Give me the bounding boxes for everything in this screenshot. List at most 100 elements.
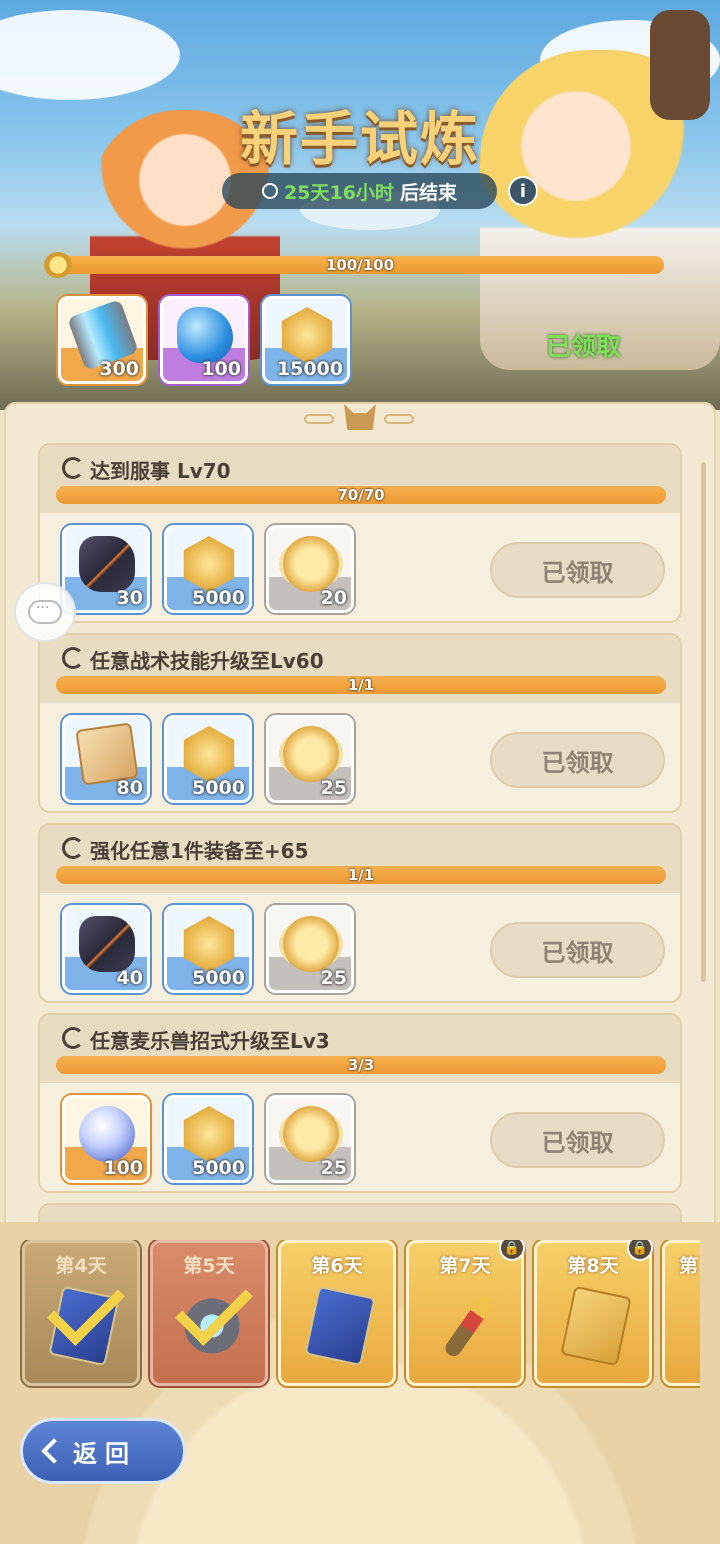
reward-qty: 5000	[192, 587, 245, 609]
ore-icon	[79, 916, 135, 972]
reward-item[interactable]: 30	[62, 525, 150, 613]
day-tab-5[interactable]: 第5天	[150, 1240, 268, 1386]
reward-item[interactable]: 40	[62, 905, 150, 993]
reward-qty: 40	[116, 967, 143, 989]
winged-coin-icon	[283, 916, 339, 972]
chat-bubble-icon	[28, 600, 62, 624]
task-card: 强化任意1件装备至+65 1/1 40 5000 25 已领取	[38, 823, 682, 1003]
winged-coin-icon	[283, 1106, 339, 1162]
reward-qty: 25	[320, 967, 347, 989]
task-rewards: 30 5000 20	[62, 525, 354, 613]
crystal-orb-icon	[79, 1106, 135, 1162]
reward-item[interactable]: 5000	[164, 525, 252, 613]
task-progress-bar: 3/3	[56, 1056, 666, 1074]
back-button[interactable]: 返回	[20, 1418, 186, 1484]
reward-qty: 5000	[192, 967, 245, 989]
gold-coin-icon	[281, 307, 333, 363]
info-button[interactable]: i	[508, 176, 538, 206]
day-tab-6[interactable]: 第6天	[278, 1240, 396, 1386]
day-tab-7[interactable]: 第7天 🔒	[406, 1240, 525, 1386]
task-rewards: 40 5000 25	[62, 905, 354, 993]
reward-qty: 80	[116, 777, 143, 799]
reward-item[interactable]: 5000	[164, 905, 252, 993]
wand-icon	[442, 1292, 496, 1360]
task-icon	[62, 457, 84, 479]
reward-qty: 20	[320, 587, 347, 609]
reward-item[interactable]: 25	[266, 905, 354, 993]
day-tab-8[interactable]: 第8天 🔒	[534, 1240, 653, 1386]
reward-qty: 15000	[276, 358, 343, 380]
reward-qty: 30	[116, 587, 143, 609]
task-progress-bar: 1/1	[56, 676, 666, 694]
timer-value: 25天16小时	[284, 181, 394, 204]
day-label: 第4天	[55, 1255, 107, 1277]
gold-coin-icon	[183, 536, 235, 592]
day-tabs: 第4天 第5天 第6天 第7天 🔒 第8天 🔒 第	[20, 1240, 700, 1390]
timer-suffix: 后结束	[399, 181, 457, 204]
ornament	[384, 414, 414, 424]
panel-emblem	[304, 404, 416, 434]
card-blue-icon	[304, 1285, 376, 1367]
task-name: 任意麦乐兽招式升级至Lv3	[90, 1029, 330, 1053]
blue-gem-icon	[177, 307, 233, 363]
event-timer: 25天16小时 后结束	[222, 173, 497, 209]
task-card: 达到服事 Lv70 70/70 30 5000 20 已领取	[38, 443, 682, 623]
reward-item[interactable]: 5000	[164, 1095, 252, 1183]
clock-icon	[262, 183, 279, 199]
reward-item[interactable]: 25	[266, 715, 354, 803]
progress-text: 70/70	[337, 486, 385, 504]
reward-qty: 300	[99, 358, 139, 380]
reward-item[interactable]: 15000	[262, 296, 350, 384]
task-icon	[62, 1027, 84, 1049]
reward-item[interactable]: 300	[58, 296, 146, 384]
task-name: 任意战术技能升级至Lv60	[90, 649, 324, 673]
task-scrollbar[interactable]	[701, 462, 706, 982]
medal-icon	[44, 252, 72, 278]
progress-text: 1/1	[347, 676, 375, 694]
day-tab-4[interactable]: 第4天	[22, 1240, 140, 1386]
winged-coin-icon	[283, 536, 339, 592]
gold-coin-icon	[183, 916, 235, 972]
task-progress-bar: 1/1	[56, 866, 666, 884]
lock-icon: 🔒	[627, 1240, 653, 1261]
claimed-button[interactable]: 已领取	[490, 542, 665, 598]
day-label: 第	[679, 1255, 699, 1277]
reward-qty: 100	[103, 1157, 143, 1179]
page-title: 新手试炼	[239, 105, 480, 173]
reward-item[interactable]: 5000	[164, 715, 252, 803]
chat-button[interactable]	[14, 582, 76, 642]
cloud	[0, 10, 180, 100]
cat-emblem-icon	[344, 404, 376, 430]
day-tab-9[interactable]: 第	[662, 1240, 700, 1386]
task-name: 强化任意1件装备至+65	[90, 839, 309, 863]
progress-text: 3/3	[347, 1056, 375, 1074]
gold-coin-icon	[183, 726, 235, 782]
reward-item[interactable]: 25	[266, 1095, 354, 1183]
task-card: 任意麦乐兽招式升级至Lv3 3/3 100 5000 25 已领取	[38, 1013, 682, 1193]
lock-icon: 🔒	[499, 1240, 525, 1261]
gold-coin-icon	[183, 1106, 235, 1162]
reward-qty: 25	[320, 777, 347, 799]
reward-qty: 5000	[192, 777, 245, 799]
claimed-button[interactable]: 已领取	[490, 922, 665, 978]
claimed-button[interactable]: 已领取	[490, 1112, 665, 1168]
ornament	[304, 414, 334, 424]
reward-qty: 5000	[192, 1157, 245, 1179]
task-icon	[62, 647, 84, 669]
reward-item[interactable]: 100	[62, 1095, 150, 1183]
reward-qty: 100	[201, 358, 241, 380]
reward-item[interactable]: 20	[266, 525, 354, 613]
overall-progress-bar: 100/100	[56, 256, 664, 274]
day-label: 第6天	[311, 1255, 363, 1277]
reward-item[interactable]: 80	[62, 715, 150, 803]
claimed-button[interactable]: 已领取	[490, 732, 665, 788]
reward-qty: 25	[320, 1157, 347, 1179]
final-rewards: 300 100 15000	[58, 296, 350, 384]
winged-coin-icon	[283, 726, 339, 782]
card-gold-icon	[560, 1285, 632, 1367]
back-label: 返回	[73, 1439, 137, 1468]
reward-item[interactable]: 100	[160, 296, 248, 384]
task-icon	[62, 837, 84, 859]
progress-text: 1/1	[347, 866, 375, 884]
task-progress-bar: 70/70	[56, 486, 666, 504]
